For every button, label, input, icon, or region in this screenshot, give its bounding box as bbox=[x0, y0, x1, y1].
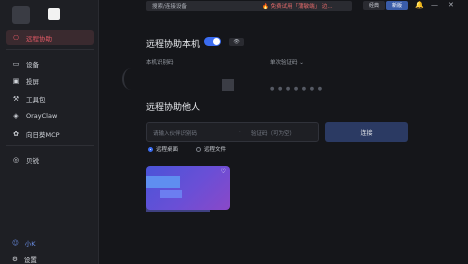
sidebar-item-cast[interactable]: ▣ 投屏 bbox=[6, 74, 94, 89]
sidebar-item-label: 工具包 bbox=[26, 95, 46, 104]
bell-icon[interactable]: 🔔 bbox=[415, 1, 424, 9]
remote-assist-title: 远程协助他人 bbox=[146, 103, 201, 113]
minimize-icon[interactable]: — bbox=[431, 1, 438, 9]
partner-id-field[interactable]: 请输入伙伴识别码 · 验证码（可为空） bbox=[146, 122, 319, 142]
partner-id-placeholder: 请输入伙伴识别码 bbox=[153, 131, 198, 137]
local-assist-title: 远程协助本机 bbox=[146, 40, 201, 50]
remote-assist-icon: ⎔ bbox=[12, 33, 20, 42]
separator-dot: · bbox=[239, 129, 241, 135]
sidebar-item-oray[interactable]: ◎ 贝锐 bbox=[6, 152, 94, 167]
sidebar-item-label: 贝锐 bbox=[26, 156, 39, 165]
radio-label: 远程文件 bbox=[204, 147, 227, 153]
heart-icon[interactable]: ♡ bbox=[221, 168, 226, 175]
local-assist-toggle[interactable] bbox=[204, 37, 221, 46]
settings-button[interactable]: ⚙ 设置 bbox=[12, 254, 37, 264]
monitor-icon: ▭ bbox=[12, 59, 20, 68]
divider bbox=[6, 145, 94, 146]
connect-button[interactable]: 连接 bbox=[325, 122, 408, 142]
verify-code-label[interactable]: 单次验证码 ⌄ bbox=[270, 58, 304, 66]
logo-mark bbox=[48, 8, 60, 20]
radio-remote-desktop[interactable]: 远程桌面 bbox=[148, 145, 178, 153]
sidebar-item-devices[interactable]: ▭ 设备 bbox=[6, 56, 94, 71]
masked-code bbox=[222, 79, 234, 91]
promo-text: 免费试用「蒲敏端」 边... bbox=[270, 4, 333, 10]
verify-code-placeholder: 验证码（可为空） bbox=[251, 131, 296, 137]
card-graphic bbox=[160, 190, 182, 198]
chevron-down-icon: ⌄ bbox=[299, 60, 304, 66]
radio-label: 远程桌面 bbox=[156, 147, 179, 153]
sidebar-item-orayclaw[interactable]: ◈ OrayClaw bbox=[6, 109, 94, 124]
sidebar-item-label: 设备 bbox=[26, 60, 39, 69]
toolbox-icon: ⚒ bbox=[12, 94, 20, 103]
claw-icon: ◈ bbox=[13, 112, 19, 120]
cast-icon: ▣ bbox=[12, 77, 20, 85]
search-placeholder: 搜索/连接设备 bbox=[152, 4, 187, 10]
user-name: 小K bbox=[24, 240, 36, 248]
sidebar-item-toolbox[interactable]: ⚒ 工具包 bbox=[6, 91, 94, 106]
radio-unselected-icon bbox=[196, 146, 201, 152]
user-profile[interactable]: ☺ 小K bbox=[12, 238, 36, 248]
gear-icon: ⚙ bbox=[12, 255, 18, 263]
oray-icon: ◎ bbox=[12, 155, 20, 164]
app-logo bbox=[12, 6, 30, 24]
sidebar-item-label: OrayClaw bbox=[26, 112, 58, 120]
local-code-label: 本机识别码 bbox=[146, 60, 174, 66]
sidebar-item-label: 投屏 bbox=[26, 78, 39, 86]
toggle-knob bbox=[213, 38, 220, 45]
sidebar-item-mcp[interactable]: ✿ 向日葵MCP bbox=[6, 126, 94, 141]
sidebar: ⎔ 远程协助 ▭ 设备 ▣ 投屏 ⚒ 工具包 ◈ OrayClaw ✿ 向日葵M… bbox=[0, 0, 99, 264]
masked-verify-code: ● ● ● ● ● ● ● bbox=[270, 86, 324, 92]
verify-code-text: 单次验证码 bbox=[270, 60, 298, 66]
fire-icon: 🔥 bbox=[262, 4, 269, 10]
mcp-icon: ✿ bbox=[13, 129, 19, 138]
sidebar-item-label: 远程协助 bbox=[26, 34, 52, 43]
settings-label: 设置 bbox=[23, 256, 37, 264]
divider bbox=[6, 49, 94, 50]
promo-banner[interactable]: 🔥 免费试用「蒲敏端」 边... bbox=[262, 2, 333, 10]
user-icon: ☺ bbox=[12, 239, 19, 247]
card-graphic bbox=[146, 176, 180, 188]
sidebar-nav: ⎔ 远程协助 ▭ 设备 ▣ 投屏 ⚒ 工具包 ◈ OrayClaw ✿ 向日葵M… bbox=[6, 30, 94, 170]
close-icon[interactable]: ✕ bbox=[448, 1, 454, 9]
eye-icon[interactable]: 👁 bbox=[229, 38, 244, 46]
radio-selected-icon bbox=[148, 146, 153, 152]
classic-mode-button[interactable]: 经典 bbox=[363, 1, 385, 10]
loading-arc bbox=[122, 68, 140, 90]
radio-remote-files[interactable]: 远程文件 bbox=[196, 145, 226, 153]
sidebar-item-remote-assist[interactable]: ⎔ 远程协助 bbox=[6, 30, 94, 45]
sidebar-item-label: 向日葵MCP bbox=[26, 130, 60, 139]
promo-card[interactable]: ♡ bbox=[146, 166, 230, 210]
new-mode-button[interactable]: 新版 bbox=[386, 1, 408, 10]
